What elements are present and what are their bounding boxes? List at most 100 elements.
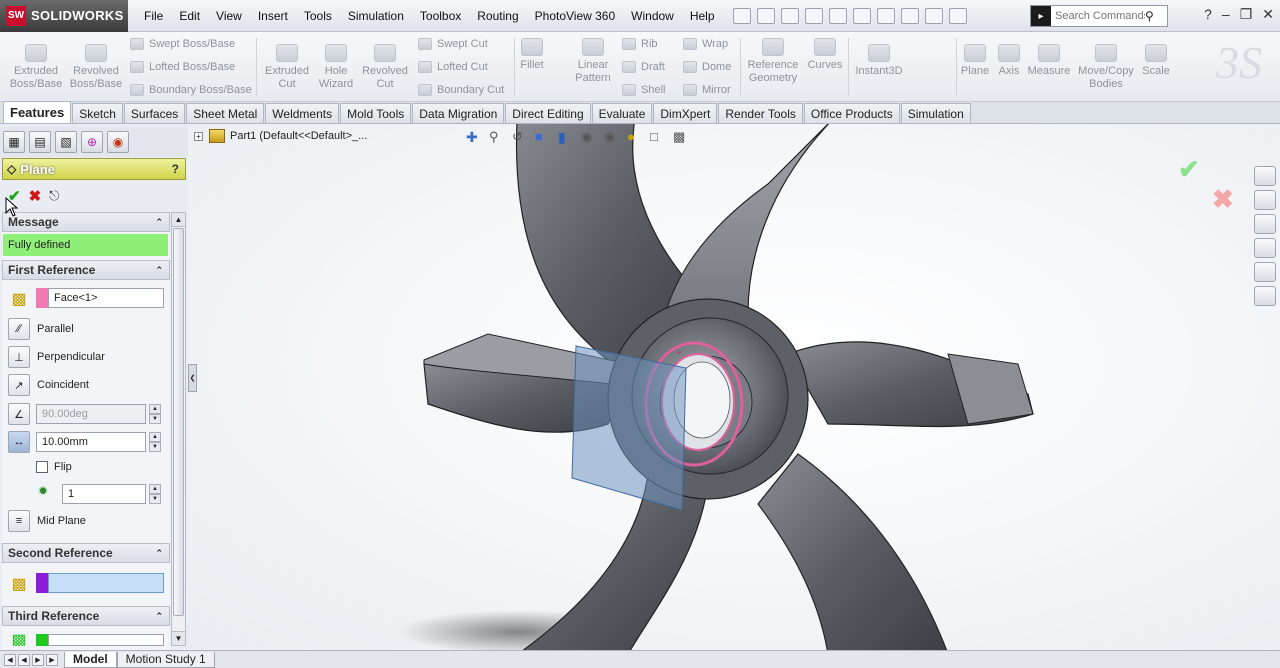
collapse-chevron-icon[interactable]: ⌃ [155, 611, 163, 622]
menu-toolbox[interactable]: Toolbox [412, 9, 469, 23]
collapse-chevron-icon[interactable]: ⌃ [155, 265, 163, 276]
dome-button[interactable]: Dome [683, 61, 731, 73]
restore-icon[interactable]: ❐ [1240, 6, 1253, 23]
revolved-cut-button[interactable]: Revolved Cut [360, 44, 410, 91]
measure-button[interactable]: Measure [1026, 44, 1072, 78]
menu-photoview[interactable]: PhotoView 360 [527, 9, 624, 23]
next-tab-arrow-icon[interactable]: ▶ [32, 653, 44, 666]
boundary-boss-button[interactable]: Boundary Boss/Base [130, 84, 252, 96]
menu-window[interactable]: Window [623, 9, 682, 23]
design-library-icon[interactable] [1254, 190, 1276, 210]
angle-spinner[interactable]: ▲ ▼ [149, 404, 161, 424]
save-icon[interactable] [804, 7, 823, 24]
distance-input[interactable]: 10.00mm [36, 432, 146, 452]
flip-checkbox[interactable] [36, 461, 48, 473]
new-document-icon[interactable] [756, 7, 775, 24]
help-icon[interactable]: ? [172, 162, 179, 176]
confirmation-corner-cancel-icon[interactable]: ✖ [1212, 184, 1234, 215]
prev-tab-arrow-icon[interactable]: ◀ [18, 653, 30, 666]
menu-file[interactable]: File [136, 9, 171, 23]
tab-data-migration[interactable]: Data Migration [412, 103, 505, 123]
scroll-down-arrow-icon[interactable]: ▼ [172, 631, 185, 645]
zoom-to-fit-icon[interactable]: ✚ [466, 129, 482, 145]
dimxpert-manager-icon[interactable]: ⊕ [81, 131, 103, 153]
flip-option[interactable]: Flip [36, 461, 72, 473]
tab-dimxpert[interactable]: DimXpert [653, 103, 718, 123]
third-reference-header[interactable]: Third Reference ⌃ [2, 606, 170, 626]
last-tab-arrow-icon[interactable]: ▶ [46, 653, 58, 666]
extruded-cut-button[interactable]: Extruded Cut [262, 44, 312, 91]
tab-direct-editing[interactable]: Direct Editing [505, 103, 591, 123]
angle-option[interactable]: ∠ [8, 403, 37, 425]
tab-evaluate[interactable]: Evaluate [591, 103, 653, 123]
plane-count-input[interactable]: 1 [62, 484, 146, 504]
view-orientation-icon[interactable]: ▮ [558, 129, 574, 145]
reference-geometry-button[interactable]: Reference Geometry [744, 38, 802, 85]
feature-manager-icon[interactable]: ▦ [3, 131, 25, 153]
file-explorer-icon[interactable] [1254, 214, 1276, 234]
tab-simulation[interactable]: Simulation [900, 103, 971, 123]
swept-cut-button[interactable]: Swept Cut [418, 38, 488, 50]
help-icon[interactable]: ? [1204, 6, 1212, 23]
plane-count-spinner[interactable]: ▲ ▼ [149, 484, 161, 504]
distance-spinner[interactable]: ▲ ▼ [149, 432, 161, 452]
coincident-option[interactable]: ↗ Coincident [8, 374, 89, 396]
zoom-to-area-icon[interactable]: ⚲ [489, 129, 505, 145]
swept-boss-button[interactable]: Swept Boss/Base [130, 38, 235, 50]
edit-appearance-icon[interactable]: ● [627, 129, 643, 145]
mirror-button[interactable]: Mirror [683, 84, 731, 96]
collapse-chevron-icon[interactable]: ⌃ [155, 217, 163, 228]
hole-wizard-button[interactable]: Hole Wizard [314, 44, 358, 91]
view-settings-icon[interactable]: ▩ [673, 129, 689, 145]
print-icon[interactable] [828, 7, 847, 24]
confirmation-corner-ok-icon[interactable]: ✔ [1178, 154, 1200, 185]
tab-features[interactable]: Features [3, 101, 72, 123]
instant3d-button[interactable]: Instant3D [852, 44, 906, 78]
appearances-icon[interactable] [1254, 262, 1276, 282]
plane-button[interactable]: Plane [958, 44, 992, 78]
tab-sketch[interactable]: Sketch [72, 103, 123, 123]
menu-routing[interactable]: Routing [469, 9, 526, 23]
collapse-chevron-icon[interactable]: ⌃ [155, 548, 163, 559]
mid-plane-option[interactable]: ≡ Mid Plane [8, 510, 86, 532]
angle-input[interactable]: 90.00deg [36, 404, 146, 424]
rib-button[interactable]: Rib [622, 38, 658, 50]
apply-scene-icon[interactable]: □ [650, 129, 666, 145]
graphics-area[interactable]: + + Part1 (Default<<Default>_... ✚ ⚲ ↺ ■… [188, 124, 1280, 650]
first-reference-header[interactable]: First Reference ⌃ [2, 260, 170, 280]
panel-scrollbar[interactable]: ▲ ▼ [171, 212, 186, 646]
configuration-manager-icon[interactable]: ▧ [55, 131, 77, 153]
display-manager-icon[interactable]: ◉ [107, 131, 129, 153]
wrap-button[interactable]: Wrap [683, 38, 728, 50]
options-icon[interactable] [948, 7, 967, 24]
menu-help[interactable]: Help [682, 9, 723, 23]
cancel-button[interactable]: ✖ [29, 187, 42, 205]
perpendicular-option[interactable]: ⊥ Perpendicular [8, 346, 105, 368]
expand-icon[interactable]: + [194, 131, 203, 141]
property-manager-icon[interactable]: ▤ [29, 131, 51, 153]
feature-tree-flyout[interactable]: + Part1 (Default<<Default>_... [194, 129, 367, 143]
revolved-boss-button[interactable]: Revolved Boss/Base [68, 44, 124, 91]
offset-distance-option[interactable]: ↔ [8, 431, 37, 453]
open-icon[interactable] [780, 7, 799, 24]
boundary-cut-button[interactable]: Boundary Cut [418, 84, 504, 96]
lofted-boss-button[interactable]: Lofted Boss/Base [130, 61, 235, 73]
search-commands[interactable]: ▸ ⚲ [1030, 5, 1168, 27]
scroll-up-arrow-icon[interactable]: ▲ [172, 213, 185, 227]
tab-motion-study-1[interactable]: Motion Study 1 [116, 651, 215, 668]
close-icon[interactable]: ✕ [1262, 6, 1274, 23]
third-reference-field[interactable] [48, 634, 164, 646]
lofted-cut-button[interactable]: Lofted Cut [418, 61, 488, 73]
menu-insert[interactable]: Insert [250, 9, 296, 23]
part-name[interactable]: Part1 (Default<<Default>_... [230, 130, 367, 142]
file-properties-icon[interactable] [924, 7, 943, 24]
parallel-option[interactable]: ∕∕ Parallel [8, 318, 74, 340]
axis-button[interactable]: Axis [994, 44, 1024, 78]
select-icon[interactable] [876, 7, 895, 24]
tab-sheet-metal[interactable]: Sheet Metal [186, 103, 265, 123]
second-reference-header[interactable]: Second Reference ⌃ [2, 543, 170, 563]
extruded-boss-button[interactable]: Extruded Boss/Base [8, 44, 64, 91]
minimize-icon[interactable]: – [1222, 6, 1230, 23]
fillet-button[interactable]: Fillet [518, 38, 546, 72]
message-group-header[interactable]: Message ⌃ [2, 212, 170, 232]
